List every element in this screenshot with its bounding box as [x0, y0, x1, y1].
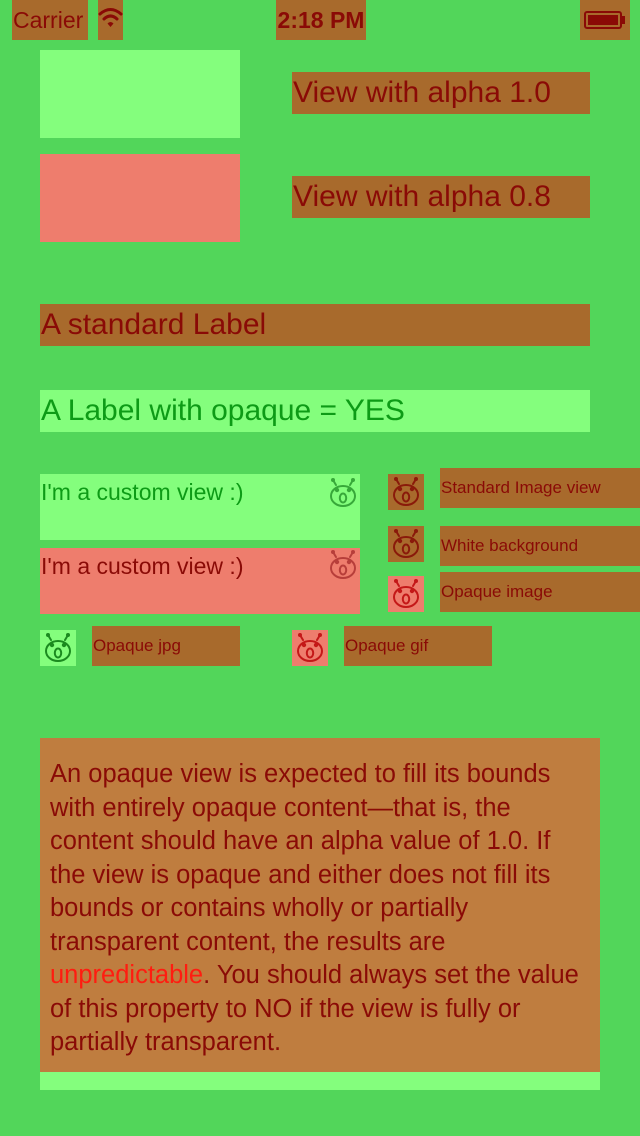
- battery-icon: [580, 0, 630, 40]
- standard-image-label: Standard Image view: [440, 468, 640, 508]
- standard-label: A standard Label: [40, 304, 590, 346]
- opaque-image-view: [388, 576, 424, 612]
- carrier-label: Carrier: [12, 0, 88, 40]
- robot-face-icon: [393, 528, 419, 558]
- robot-face-icon: [45, 632, 71, 662]
- robot-face-icon: [393, 476, 419, 506]
- text-view-bottom-strip: [40, 1072, 600, 1090]
- white-background-image-view: [388, 526, 424, 562]
- custom-view-opaque: I'm a custom view :): [40, 474, 360, 540]
- custom-view-offscreen: I'm a custom view :): [40, 548, 360, 614]
- robot-face-icon: [330, 549, 356, 579]
- white-background-label: White background: [440, 526, 640, 566]
- robot-face-icon: [330, 477, 356, 507]
- alpha-08-view: [40, 154, 240, 242]
- custom-view-label: I'm a custom view :): [41, 479, 244, 505]
- alpha-1-label: View with alpha 1.0: [292, 72, 590, 114]
- robot-face-icon: [393, 578, 419, 608]
- alpha-1-view: [40, 50, 240, 138]
- opaque-image-label: Opaque image: [440, 572, 640, 612]
- standard-image-view: [388, 474, 424, 510]
- opaque-jpg-image-view: [40, 630, 76, 666]
- opaque-label: A Label with opaque = YES: [40, 390, 590, 432]
- highlighted-word: unpredictable: [50, 961, 204, 989]
- robot-face-icon: [297, 632, 323, 662]
- description-text: An opaque view is expected to fill its b…: [50, 760, 551, 956]
- wifi-icon: [98, 0, 123, 40]
- opaque-gif-image-view: [292, 630, 328, 666]
- status-time: 2:18 PM: [276, 0, 366, 40]
- custom-view-label: I'm a custom view :): [41, 553, 244, 579]
- opaque-gif-label: Opaque gif: [344, 626, 492, 666]
- alpha-08-label: View with alpha 0.8: [292, 176, 590, 218]
- opaque-jpg-label: Opaque jpg: [92, 626, 240, 666]
- description-text-view[interactable]: An opaque view is expected to fill its b…: [40, 738, 600, 1072]
